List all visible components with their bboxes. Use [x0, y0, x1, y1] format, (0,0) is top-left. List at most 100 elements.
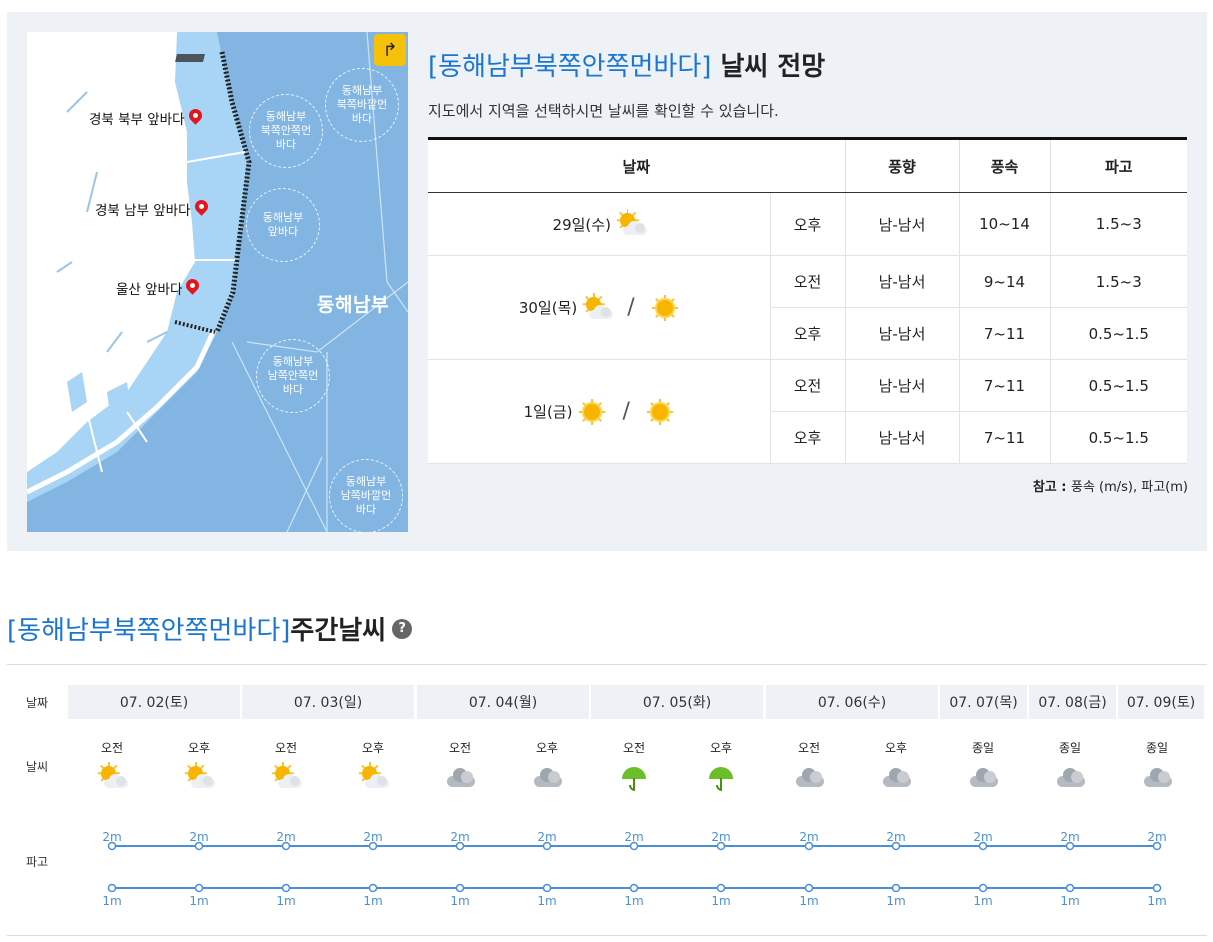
wind-speed-cell: 7~11 [958, 359, 1050, 412]
period-cell: 오전 [769, 255, 845, 308]
weekly-title: [동해남부북쪽안쪽먼바다] 주간날씨 ? [7, 610, 413, 647]
wind-speed-cell: 9~14 [958, 255, 1050, 308]
map-region-north-inner[interactable]: 동해남부 북쪽안쪽먼 바다 [249, 94, 323, 168]
cloudy-icon [969, 764, 998, 792]
weekly-slot-label: 오후 [709, 741, 733, 755]
weekly-slot-label: 종일 [1145, 741, 1169, 755]
wind-dir-cell: 남-남서 [844, 411, 959, 464]
period-cell: 오전 [769, 359, 845, 412]
weekly-title-suffix: 주간날씨 [290, 616, 387, 646]
sunny-icon [578, 398, 606, 425]
wave-value-label: 2m [711, 830, 731, 844]
wind-speed-cell: 7~11 [958, 411, 1050, 464]
wave-value-label: 1m [102, 894, 122, 908]
location-pin-icon [195, 200, 208, 218]
location-pin-icon [189, 109, 202, 127]
forecast-panel: 동해남부 북쪽안쪽먼 바다 동해남부 북쪽바깥먼 바다 동해남부 앞바다 동해남… [7, 12, 1207, 551]
weekly-slot-label: 오후 [535, 741, 559, 755]
map-region-south-outer[interactable]: 동해남부 남쪽바깥먼 바다 [329, 459, 403, 532]
map-region-coastal[interactable]: 동해남부 앞바다 [246, 188, 320, 262]
wave-point [716, 883, 726, 893]
weekly-slot-label: 오전 [797, 741, 821, 755]
wave-cell: 1.5~3 [1049, 192, 1187, 256]
map-region-north-outer[interactable]: 동해남부 북쪽바깥먼 바다 [325, 68, 399, 142]
header-wind-speed: 풍속 [958, 138, 1050, 193]
table-row: 30일(목) / 오전 남-남서 9~14 1.5~3 [428, 255, 1187, 360]
map-place-gyeongbuk-north[interactable]: 경북 북부 앞바다 [89, 108, 202, 128]
cloudy-icon [882, 764, 911, 792]
wave-value-label: 1m [363, 894, 383, 908]
wave-point [804, 883, 814, 893]
wave-point [629, 883, 639, 893]
help-icon[interactable]: ? [392, 618, 413, 639]
wave-value-label: 1m [1147, 894, 1167, 908]
wave-value-label: 1m [450, 894, 470, 908]
period-cell: 오후 [769, 307, 845, 360]
wave-cell: 1.5~3 [1049, 255, 1187, 308]
wave-point [978, 883, 988, 893]
wave-value-label: 2m [886, 830, 906, 844]
header-wind-dir: 풍향 [844, 138, 959, 193]
wave-value-label: 2m [624, 830, 644, 844]
weekly-date-header: 07. 03(일) [242, 685, 414, 719]
wave-value-label: 2m [799, 830, 819, 844]
reset-arrow-icon[interactable]: ↱ [374, 34, 406, 66]
weekly-slot-label: 오전 [100, 741, 124, 755]
period-cell: 오후 [769, 192, 845, 256]
wave-point [194, 883, 204, 893]
cloudy-icon [795, 764, 824, 792]
weekly-date-header: 07. 04(월) [417, 685, 589, 719]
wave-value-label: 1m [537, 894, 557, 908]
wave-value-label: 2m [1147, 830, 1167, 844]
forecast-table: 날짜 풍향 풍속 파고 29일(수) 오후 남-남서 10~14 1.5~3 3… [428, 137, 1187, 464]
date-cell: 1일(금) / [428, 359, 770, 464]
wind-dir-cell: 남-남서 [844, 255, 959, 308]
divider [7, 664, 1207, 665]
forecast-subtitle: 지도에서 지역을 선택하시면 날씨를 확인할 수 있습니다. [428, 102, 779, 120]
wave-value-label: 1m [886, 894, 906, 908]
forecast-title: [동해남부북쪽안쪽먼바다] 날씨 전망 [428, 46, 825, 83]
wave-value-label: 1m [711, 894, 731, 908]
wave-value-label: 2m [1060, 830, 1080, 844]
forecast-title-suffix: 날씨 전망 [711, 52, 826, 82]
umbrella-icon [707, 764, 735, 792]
weekly-date-header: 07. 07(목) [940, 685, 1027, 719]
weekly-date-header: 07. 02(토) [68, 685, 240, 719]
slash-divider: / [622, 399, 630, 424]
cloudy-icon [1056, 764, 1085, 792]
partly-cloudy-icon [97, 762, 128, 792]
wind-speed-cell: 10~14 [958, 192, 1050, 256]
weekly-date-header: 07. 06(수) [766, 685, 938, 719]
wave-value-label: 1m [276, 894, 296, 908]
wave-value-label: 1m [799, 894, 819, 908]
map-place-ulsan[interactable]: 울산 앞바다 [116, 278, 199, 298]
wave-point [455, 883, 465, 893]
wave-point [1065, 883, 1075, 893]
weekly-title-region: [동해남부북쪽안쪽먼바다] [7, 616, 291, 646]
weekly-slot-label: 오전 [274, 741, 298, 755]
sea-region-map[interactable]: 동해남부 북쪽안쪽먼 바다 동해남부 북쪽바깥먼 바다 동해남부 앞바다 동해남… [27, 32, 408, 532]
umbrella-icon [620, 764, 648, 792]
weekly-slot-label: 오후 [187, 741, 211, 755]
table-row: 1일(금) / 오전 남-남서 7~11 0.5~1.5 [428, 359, 1187, 464]
partly-cloudy-icon [582, 292, 614, 321]
map-region-south-inner[interactable]: 동해남부 남쪽안쪽먼 바다 [256, 339, 330, 413]
weekly-slot-label: 종일 [1058, 741, 1082, 755]
wave-point [542, 883, 552, 893]
weekly-slot-label: 오후 [361, 741, 385, 755]
forecast-title-region: [동해남부북쪽안쪽먼바다] [428, 52, 712, 82]
date-cell: 30일(목) / [428, 255, 770, 360]
header-date: 날짜 [428, 138, 845, 193]
table-row: 29일(수) 오후 남-남서 10~14 1.5~3 [428, 192, 1187, 256]
weekly-date-header: 07. 09(토) [1118, 685, 1204, 719]
date-cell: 29일(수) [428, 192, 770, 256]
wave-cell: 0.5~1.5 [1049, 411, 1187, 464]
map-place-gyeongbuk-south[interactable]: 경북 남부 앞바다 [95, 199, 208, 219]
cloudy-icon [446, 764, 475, 792]
weekly-slot-label: 오후 [884, 741, 908, 755]
partly-cloudy-icon [358, 762, 389, 792]
slash-divider: / [627, 295, 635, 320]
weekly-slot-label: 오전 [622, 741, 646, 755]
divider [7, 935, 1207, 936]
wave-value-label: 2m [363, 830, 383, 844]
